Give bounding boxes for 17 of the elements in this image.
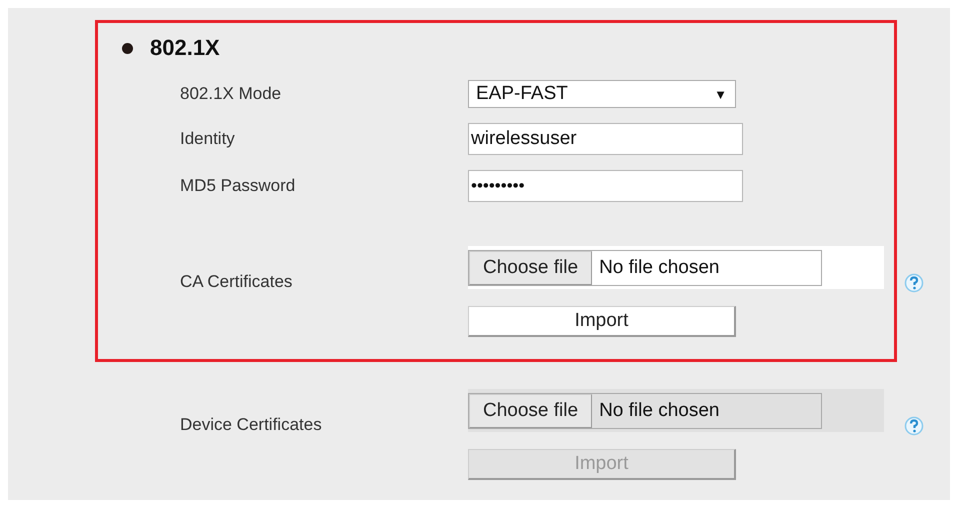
file-status: No file chosen [598,256,720,280]
field-label: Device Certificates [180,415,323,435]
choose-file-button[interactable]: Choose file [469,250,592,284]
bullet-icon [122,42,133,54]
password-field[interactable]: ••••••••• [468,170,743,202]
section-title: 802.1X [150,35,220,61]
help-icon[interactable] [904,273,924,293]
field-label: 802.1X Mode [180,84,282,104]
help-icon[interactable] [904,416,924,436]
file-status: No file chosen [598,398,720,422]
field-label: CA Certificates [180,272,294,292]
file-input[interactable]: Choose file No file chosen [468,250,822,286]
identity-field[interactable]: wirelessuser [468,123,743,155]
mode-dropdown[interactable]: EAP-FAST ▼ [468,80,736,108]
import-button[interactable]: Import [468,306,736,337]
field-label: Identity [180,129,236,149]
field-label: MD5 Password [180,176,296,196]
